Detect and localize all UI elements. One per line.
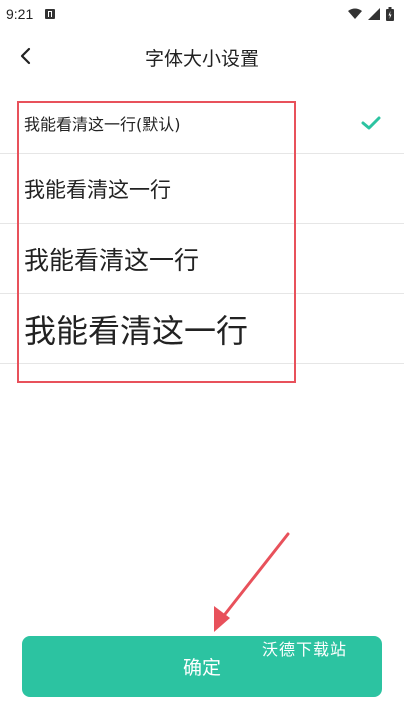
font-size-settings-screen: 9:21 字体大小设置 我能看清这一行(默认) 我能看清这一行 我能看清这一行 …	[0, 0, 404, 720]
status-right	[348, 7, 394, 21]
confirm-button[interactable]: 确定	[22, 636, 382, 697]
signal-icon	[368, 8, 380, 20]
font-size-option-largest[interactable]: 我能看清这一行	[0, 294, 404, 364]
page-title: 字体大小设置	[144, 48, 259, 70]
font-size-options: 我能看清这一行(默认) 我能看清这一行 我能看清这一行 我能看清这一行	[0, 92, 404, 364]
option-label: 我能看清这一行	[24, 311, 249, 350]
font-size-option-default[interactable]: 我能看清这一行(默认)	[0, 92, 404, 154]
option-label: 我能看清这一行	[24, 177, 171, 202]
option-label: 我能看清这一行(默认)	[24, 114, 181, 134]
header: 字体大小设置	[0, 36, 404, 76]
status-bar: 9:21	[0, 0, 404, 28]
status-time: 9:21	[6, 6, 34, 22]
check-icon	[361, 116, 381, 129]
status-left: 9:21	[6, 6, 56, 22]
notification-icon	[45, 9, 56, 19]
option-label: 我能看清这一行	[24, 245, 200, 275]
confirm-button-label: 确定	[182, 657, 221, 679]
wifi-icon	[348, 8, 362, 19]
battery-icon	[386, 7, 394, 21]
font-size-option-larger[interactable]: 我能看清这一行	[0, 224, 404, 294]
font-size-option-large[interactable]: 我能看清这一行	[0, 154, 404, 224]
